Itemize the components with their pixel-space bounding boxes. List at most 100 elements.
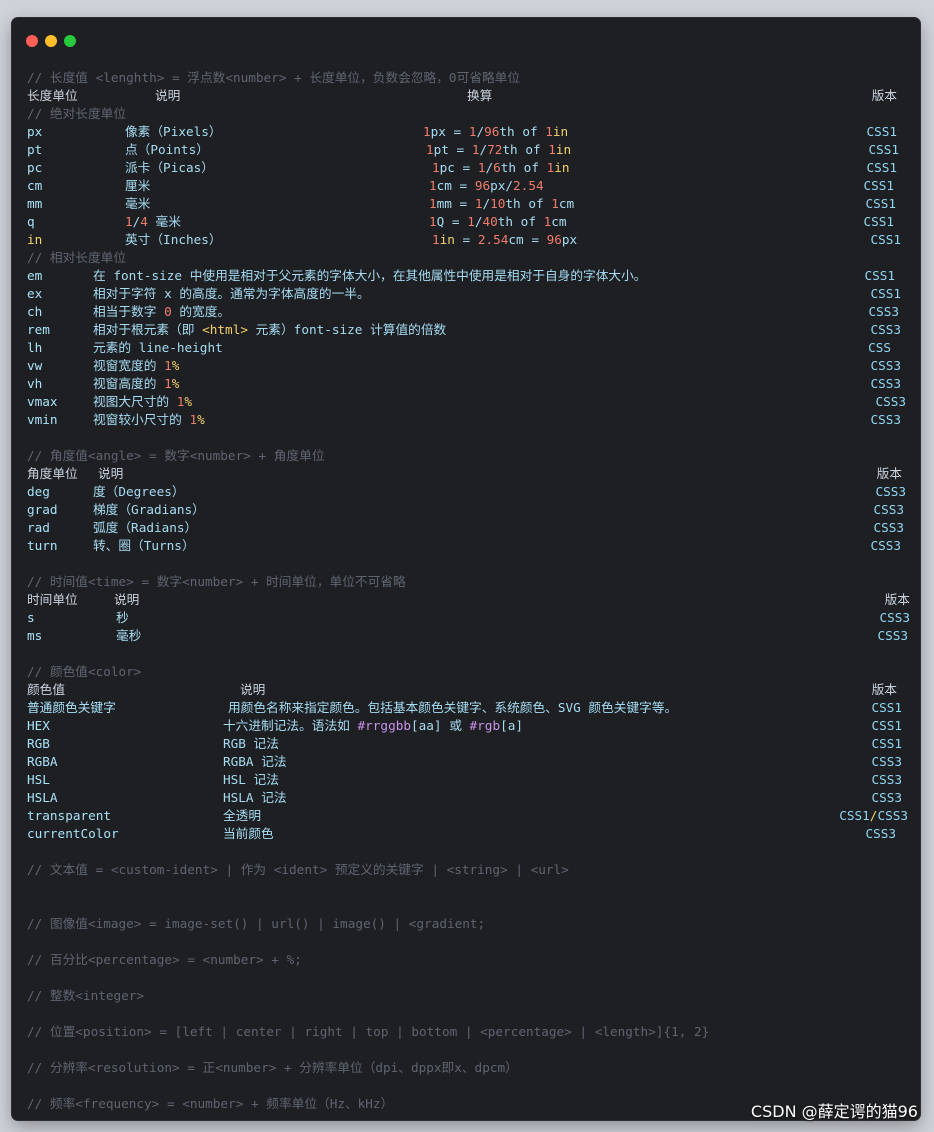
token: in [552, 124, 569, 139]
token: pt = [433, 142, 472, 157]
color-row: HEX 十六进制记法。语法如 #rrggbb[aa] 或 #rgb[a] CSS1 [27, 717, 910, 735]
comment: // 绝对长度单位 [27, 106, 127, 121]
unit-version: CSS3 [875, 394, 906, 409]
unit-name: lh [27, 340, 43, 355]
token: % [171, 358, 180, 373]
token: 72 [487, 142, 503, 157]
comment-line: // 百分比<percentage> = <number> + %; [27, 951, 910, 969]
unit-name: ch [27, 304, 43, 319]
token: 1 [545, 124, 553, 139]
angle-row: deg 度（Degrees） CSS3 [27, 483, 910, 501]
token: 96 [474, 178, 491, 193]
unit-name: px [27, 124, 43, 139]
unit-version: CSS1 [863, 214, 894, 229]
unit-desc: 点（Points） [125, 142, 209, 157]
unit-desc: 视图大尺寸的 1% [93, 393, 192, 411]
token: cm = [508, 232, 547, 247]
comment-line: // 长度值 <lenghth> = 浮点数<number> + 长度单位，负数… [27, 69, 910, 87]
unit-version: CSS1 [868, 142, 899, 157]
token: 1 [189, 412, 198, 427]
unit-version: CSS1 [864, 268, 895, 283]
unit-name: RGBA [27, 754, 58, 769]
unit-desc: 英寸（Inches） [125, 232, 222, 247]
token: 1 [551, 196, 559, 211]
length-abs-row: pt 点（Points） 1pt = 1/72th of 1in CSS1 [27, 141, 910, 159]
color-row: transparent 全透明 CSS1/CSS3 [27, 807, 910, 825]
token: CSS3 [877, 808, 908, 823]
unit-version: CSS3 [871, 790, 902, 805]
unit-version: CSS1 [870, 286, 901, 301]
token: th of [497, 214, 544, 229]
token: 1 [432, 160, 440, 175]
unit-name: HSLA [27, 790, 58, 805]
unit-version: CSS1 [871, 736, 902, 751]
length-rel-row: vmin 视窗较小尺寸的 1% CSS3 [27, 411, 910, 429]
token: 1 [432, 232, 440, 247]
unit-name: vmin [27, 412, 58, 427]
color-row: HSL HSL 记法 CSS3 [27, 771, 910, 789]
unit-version: CSS3 [871, 754, 902, 769]
unit-conversion: 1cm = 96px/2.54 [429, 177, 544, 195]
unit-name: HEX [27, 718, 50, 733]
token: 相对于根元素（即 [93, 322, 203, 337]
token: 1 [164, 376, 172, 391]
unit-version: CSS1 [866, 160, 897, 175]
token: th of [500, 160, 547, 175]
token: 0 [164, 304, 172, 319]
token: in [555, 142, 572, 157]
comment: // 文本值 = <custom-ident> | 作为 <ident> 预定义… [27, 862, 569, 877]
comment-line: // 分辨率<resolution> = 正<number> + 分辨率单位（d… [27, 1059, 910, 1077]
token: 1 [548, 142, 556, 157]
unit-version: CSS3 [879, 610, 910, 625]
token: % [171, 376, 180, 391]
col-desc-header: 说明 [155, 88, 181, 103]
col-version-header: 版本 [871, 682, 897, 697]
token: cm = [436, 178, 475, 193]
color-row: HSLA HSLA 记法 CSS3 [27, 789, 910, 807]
unit-desc: 派卡（Picas） [125, 160, 214, 175]
unit-desc: 度（Degrees） [93, 484, 185, 499]
comment-line: // 图像值<image> = image-set() | url() | im… [27, 915, 910, 933]
token: 1 [164, 358, 172, 373]
token: 视窗较小尺寸的 [93, 412, 190, 427]
unit-name: deg [27, 484, 50, 499]
unit-name: vmax [27, 394, 58, 409]
token: #rgb [469, 718, 501, 733]
unit-version: CSS3 [870, 322, 901, 337]
comment: // 长度值 <lenghth> = 浮点数<number> + 长度单位，负数… [27, 70, 521, 85]
color-row: currentColor 当前颜色 CSS3 [27, 825, 910, 843]
color-row: RGB RGB 记法 CSS1 [27, 735, 910, 753]
token: th of [499, 124, 546, 139]
comment-line: // 角度值<angle> = 数字<number> + 角度单位 [27, 447, 910, 465]
comment: // 频率<frequency> = <number> + 频率单位（Hz、kH… [27, 1096, 394, 1111]
unit-desc: 视窗较小尺寸的 1% [93, 411, 205, 429]
angle-header: 角度单位 说明 版本 [27, 465, 910, 483]
comment-line: // 文本值 = <custom-ident> | 作为 <ident> 预定义… [27, 861, 910, 879]
unit-desc: 相当于数字 0 的宽度。 [93, 303, 230, 321]
token: 1 [429, 214, 437, 229]
comment: // 角度值<angle> = 数字<number> + 角度单位 [27, 448, 325, 463]
unit-name: vh [27, 376, 43, 391]
unit-desc: 秒 [116, 610, 129, 625]
unit-desc: 弧度（Radians） [93, 520, 198, 535]
col-version-header: 版本 [876, 466, 902, 481]
unit-desc: 像素（Pixels） [125, 124, 222, 139]
length-abs-row: mm 毫米 1mm = 1/10th of 1cm CSS1 [27, 195, 910, 213]
token: cm [551, 214, 567, 229]
watermark: CSDN @薛定谔的猫96 [750, 1102, 918, 1121]
unit-name: em [27, 268, 43, 283]
token: in [439, 232, 455, 247]
unit-version: CSS3 [870, 412, 901, 427]
unit-conversion: 1pt = 1/72th of 1in [426, 141, 571, 159]
unit-name: 普通颜色关键字 [27, 700, 116, 715]
token: 视窗高度的 [93, 376, 165, 391]
comment: // 图像值<image> = image-set() | url() | im… [27, 916, 486, 931]
unit-name: vw [27, 358, 43, 373]
token: 相当于数字 [93, 304, 165, 319]
col-version-header: 版本 [884, 592, 910, 607]
token: 十六进制记法。语法如 [223, 718, 358, 733]
token: 或 [441, 718, 470, 733]
unit-version: CSS1 [865, 196, 896, 211]
unit-version: CSS1 [863, 178, 894, 193]
unit-desc: 视窗高度的 1% [93, 375, 179, 393]
